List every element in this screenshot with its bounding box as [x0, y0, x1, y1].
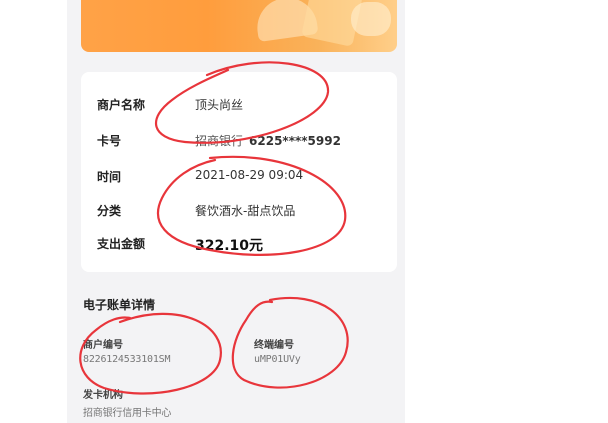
merchant-value: 顶头尚丝 — [195, 98, 244, 112]
merchant-label: 商户名称 — [97, 98, 146, 112]
merchant-row: 商户名称 顶头尚丝 — [97, 96, 387, 116]
issuer-label: 发卡机构 — [83, 390, 123, 401]
time-row: 时间 2021-08-29 09:04 — [97, 168, 387, 188]
transaction-card: 商户名称 顶头尚丝 卡号 招商银行 6225****5992 时间 2021-08… — [81, 72, 397, 272]
issuer-value: 招商银行信用卡中心 — [83, 408, 172, 419]
card-label: 卡号 — [97, 134, 122, 148]
category-label: 分类 — [97, 204, 122, 218]
terminal-no-label: 终端编号 — [254, 340, 294, 351]
category-row[interactable]: 分类 餐饮酒水-甜点饮品 — [97, 202, 387, 222]
merchant-no-label: 商户编号 — [83, 340, 123, 351]
time-label: 时间 — [97, 170, 122, 184]
merchant-no-value: 8226124533101SM — [83, 354, 171, 365]
promo-banner[interactable] — [81, 0, 397, 52]
card-row: 卡号 招商银行 6225****5992 — [97, 132, 387, 152]
category-value: 餐饮酒水-甜点饮品 — [195, 204, 296, 218]
card-number: 6225****5992 — [249, 134, 341, 148]
terminal-no-value: uMP01UVy — [254, 354, 301, 365]
card-bank: 招商银行 — [195, 134, 244, 148]
ebill-details: 电子账单详情 商户编号 8226124533101SM 终端编号 uMP01UV… — [81, 284, 397, 423]
amount-label: 支出金额 — [97, 237, 146, 251]
bill-detail-screen: 商户名称 顶头尚丝 卡号 招商银行 6225****5992 时间 2021-08… — [67, 0, 405, 423]
banner-decoration — [351, 2, 391, 36]
time-value: 2021-08-29 09:04 — [195, 168, 304, 182]
amount-value: 322.10元 — [195, 238, 264, 254]
amount-row: 支出金额 322.10元 — [97, 235, 387, 255]
ebill-title: 电子账单详情 — [83, 298, 156, 312]
card-value: 招商银行 6225****5992 — [195, 132, 341, 149]
